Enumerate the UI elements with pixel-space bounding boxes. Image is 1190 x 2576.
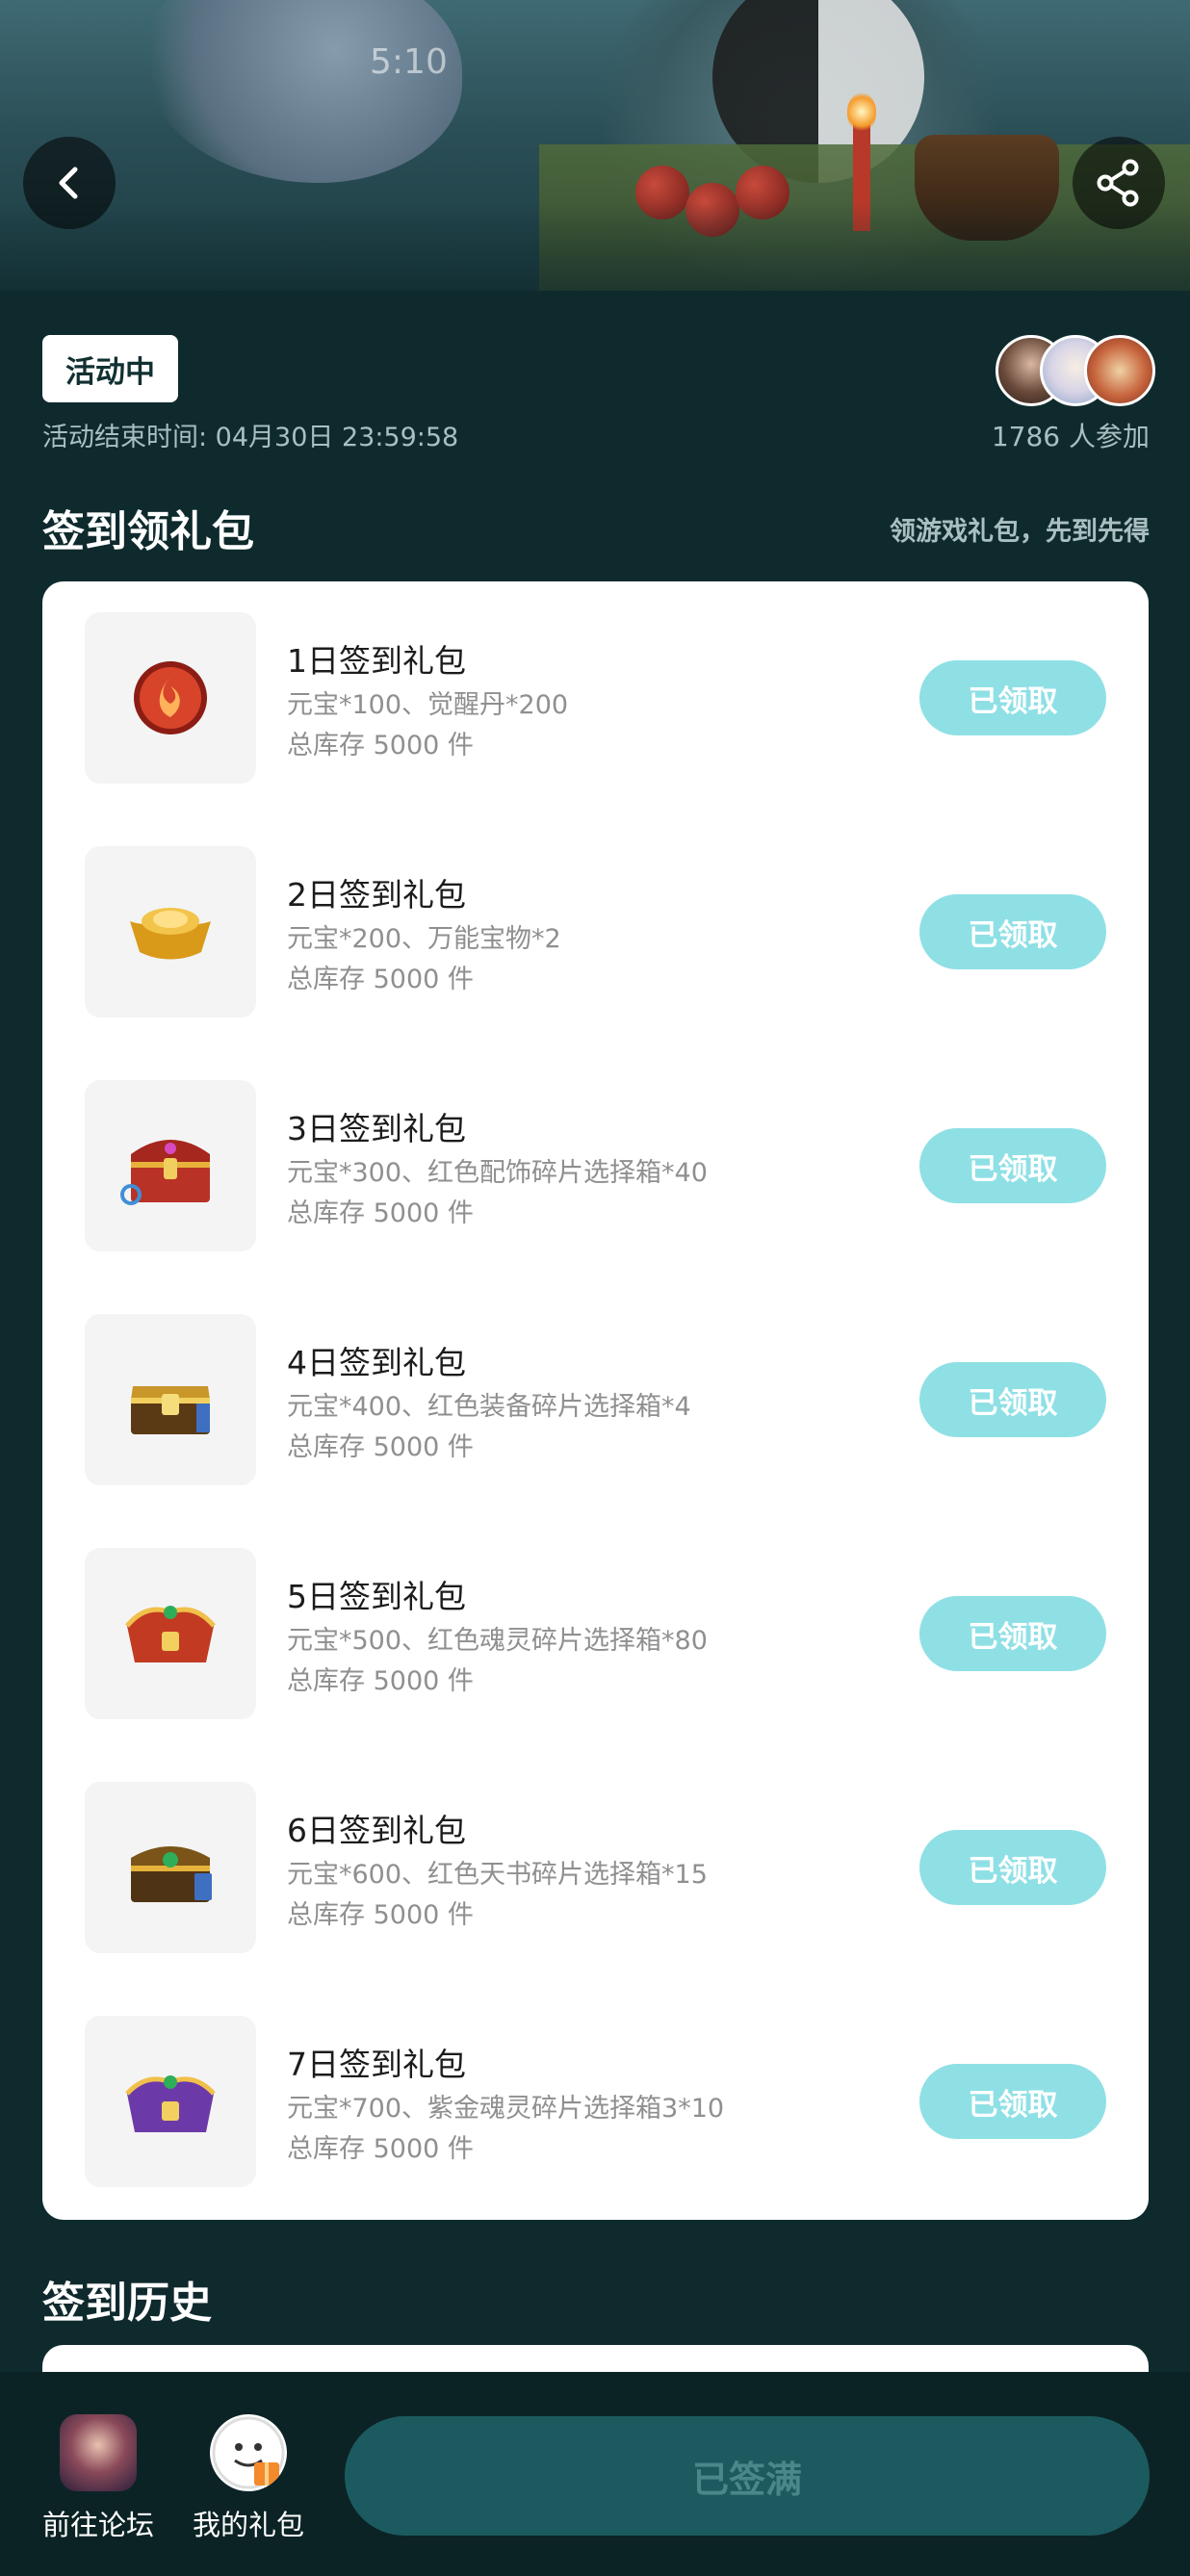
treasure-chest-icon [120,1140,210,1205]
gift-section-hint: 领游戏礼包，先到先得 [890,517,1150,547]
gift-box-icon [210,2414,287,2491]
claimed-button[interactable]: 已领取 [919,1128,1106,1203]
gift-pack-contents: 元宝*200、万能宝物*2 [287,924,561,954]
gift-pack-contents: 元宝*700、紫金魂灵碎片选择箱3*10 [287,2094,725,2124]
gift-pack-stock: 总库存 5000 件 [287,2134,474,2164]
gift-pack-row: 1日签到礼包 元宝*100、觉醒丹*200 总库存 5000 件 已领取 [42,612,1149,784]
gift-pack-image [85,1080,256,1251]
my-gifts-link[interactable]: 我的礼包 [181,2414,316,2543]
gift-pack-list: 1日签到礼包 元宝*100、觉醒丹*200 总库存 5000 件 已领取 2日签… [42,581,1149,2220]
gift-pack-image [85,612,256,784]
history-section-title: 签到历史 [42,2279,212,2328]
fire-orb-icon [134,661,207,734]
claimed-button[interactable]: 已领取 [919,2064,1106,2139]
claimed-button[interactable]: 已领取 [919,894,1106,969]
gift-pack-title: 2日签到礼包 [287,876,466,914]
gift-pack-title: 1日签到礼包 [287,642,466,680]
gift-pack-contents: 元宝*600、红色天书碎片选择箱*15 [287,1860,708,1890]
activity-end-time: 活动结束时间: 04月30日 23:59:58 [42,423,459,452]
gift-pack-stock: 总库存 5000 件 [287,1666,474,1696]
sign-in-full-button[interactable]: 已签满 [345,2416,1150,2536]
treasure-chest-icon [131,1846,212,1902]
back-button[interactable] [23,137,116,229]
gift-pack-image [85,2016,256,2187]
treasure-chest-icon [131,1386,210,1434]
gift-pack-image [85,846,256,1018]
gold-ingot-icon [130,908,211,960]
gift-section-title: 签到领礼包 [42,507,254,556]
claimed-button[interactable]: 已领取 [919,660,1106,735]
share-button[interactable] [1073,137,1165,229]
gift-pack-stock: 总库存 5000 件 [287,1432,474,1462]
gift-pack-image [85,1782,256,1953]
gift-pack-title: 5日签到礼包 [287,1578,466,1615]
gift-pack-stock: 总库存 5000 件 [287,1198,474,1228]
chevron-left-icon [59,167,78,199]
claimed-button[interactable]: 已领取 [919,1362,1106,1437]
forum-label: 前往论坛 [41,2509,154,2541]
avatar [1084,335,1155,406]
gift-pack-title: 7日签到礼包 [287,2046,466,2083]
gift-pack-row: 5日签到礼包 元宝*500、红色魂灵碎片选择箱*80 总库存 5000 件 已领… [42,1548,1149,1719]
gift-pack-stock: 总库存 5000 件 [287,1900,474,1930]
gift-pack-contents: 元宝*100、觉醒丹*200 [287,690,569,720]
gift-pack-title: 3日签到礼包 [287,1110,466,1147]
claimed-button[interactable]: 已领取 [919,1830,1106,1905]
game-avatar-icon [60,2414,137,2491]
gift-pack-row: 7日签到礼包 元宝*700、紫金魂灵碎片选择箱3*10 总库存 5000 件 已… [42,2016,1149,2187]
gift-pack-row: 4日签到礼包 元宝*400、红色装备碎片选择箱*4 总库存 5000 件 已领取 [42,1314,1149,1485]
treasure-chest-icon [125,1606,216,1662]
gift-pack-stock: 总库存 5000 件 [287,731,474,760]
gift-pack-image [85,1548,256,1719]
bottom-bar: 前往论坛 我的礼包 已签满 [0,2372,1190,2576]
share-icon [1097,159,1139,207]
gift-pack-row: 2日签到礼包 元宝*200、万能宝物*2 总库存 5000 件 已领取 [42,846,1149,1018]
forum-link[interactable]: 前往论坛 [31,2414,166,2543]
hero-banner: 5:10 [0,0,1190,291]
participant-avatars[interactable] [996,335,1155,406]
claimed-button[interactable]: 已领取 [919,1596,1106,1671]
participant-count: 1786 人参加 [991,421,1150,452]
status-time: 5:10 [370,42,448,82]
gift-pack-stock: 总库存 5000 件 [287,965,474,994]
gift-pack-image [85,1314,256,1485]
gift-pack-title: 4日签到礼包 [287,1344,466,1381]
gift-pack-contents: 元宝*400、红色装备碎片选择箱*4 [287,1392,691,1422]
gift-pack-contents: 元宝*500、红色魂灵碎片选择箱*80 [287,1626,708,1656]
gift-pack-row: 6日签到礼包 元宝*600、红色天书碎片选择箱*15 总库存 5000 件 已领… [42,1782,1149,1953]
gift-pack-row: 3日签到礼包 元宝*300、红色配饰碎片选择箱*40 总库存 5000 件 已领… [42,1080,1149,1251]
activity-status-badge: 活动中 [42,335,178,402]
treasure-chest-icon [125,2075,216,2132]
gift-pack-contents: 元宝*300、红色配饰碎片选择箱*40 [287,1158,708,1188]
my-gifts-label: 我的礼包 [192,2509,304,2541]
gift-pack-title: 6日签到礼包 [287,1812,466,1849]
